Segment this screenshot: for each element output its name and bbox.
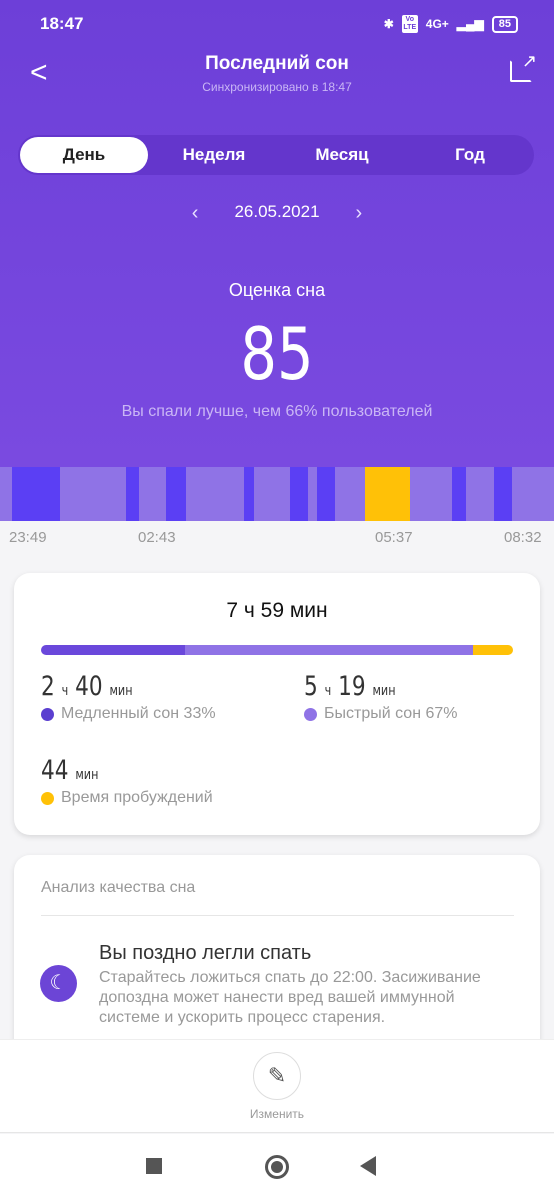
total-sleep: 7 ч 59 мин (226, 599, 328, 622)
analysis-item-text: Старайтесь ложиться спать до 22:00. Заси… (99, 969, 481, 1026)
unit-h: ч (324, 683, 332, 699)
current-date: 26.05.2021 (234, 202, 320, 221)
prev-date-button[interactable]: ‹ (192, 202, 199, 225)
time-label: 05:37 (375, 529, 413, 546)
light-dot-icon (304, 707, 317, 721)
sleep-summary-card: 7 ч 59 мин 2 ч 40 мин Медленный сон 33% … (14, 573, 540, 835)
network-label: 4G+ (425, 17, 449, 31)
hypnogram-segment-deep (289, 467, 308, 521)
hypnogram-segment-deep (126, 467, 140, 521)
deep-minutes: 40 (75, 671, 103, 702)
deep-dot-icon (41, 707, 54, 721)
date-navigator: ‹ 26.05.2021 › (0, 202, 554, 225)
status-bar: 18:47 ✱ Vo LTE 4G+ ▂▄▆ 85 (40, 14, 518, 34)
ratio-bar-deep (41, 645, 186, 655)
sync-status: Синхронизировано в 18:47 (202, 80, 352, 94)
time-label: 08:32 (504, 529, 542, 546)
hypnogram-segment-light (60, 467, 127, 521)
tab-week[interactable]: Неделя (150, 135, 278, 175)
awake-dot-icon (41, 791, 54, 805)
battery-icon: 85 (491, 15, 518, 33)
hypnogram-segment-deep (493, 467, 512, 521)
hypnogram-times: 23:49 02:43 05:37 08:32 (0, 529, 554, 551)
hypnogram-segment-awake (365, 467, 410, 521)
light-sleep-stat: 5 ч 19 мин Быстрый сон 67% (304, 671, 458, 723)
signal-icon: ▂▄▆ (456, 17, 484, 31)
awake-minutes: 44 (41, 755, 69, 786)
hypnogram-segment-deep (452, 467, 466, 521)
divider (41, 915, 514, 916)
hypnogram-segment-deep (165, 467, 186, 521)
next-date-button[interactable]: › (356, 202, 363, 225)
unit-h: ч (61, 683, 69, 699)
deep-sleep-stat: 2 ч 40 мин Медленный сон 33% (41, 671, 216, 723)
home-button[interactable] (265, 1155, 289, 1179)
volte-badge: Vo LTE (401, 15, 418, 33)
hypnogram-segment-light (185, 467, 245, 521)
tab-month[interactable]: Месяц (278, 135, 406, 175)
awake-label: Время пробуждений (61, 789, 213, 806)
tab-day[interactable]: День (20, 137, 148, 173)
score-label: Оценка сна (228, 280, 326, 300)
hypnogram-segment-deep (244, 467, 254, 521)
hypnogram-segment-light (0, 467, 12, 521)
ratio-bar-awake (473, 645, 513, 655)
hypnogram-segment-deep (317, 467, 336, 521)
bluetooth-icon: ✱ (383, 17, 394, 31)
edit-button[interactable]: ✎ (253, 1052, 301, 1100)
deep-hours: 2 (41, 671, 55, 702)
ratio-bar-light (185, 645, 474, 655)
score-value: 85 (240, 312, 314, 396)
header-area: 18:47 ✱ Vo LTE 4G+ ▂▄▆ 85 < Последний сон Си… (0, 0, 554, 467)
edit-icon: ✎ (267, 1063, 287, 1088)
light-label: Быстрый сон 67% (324, 705, 458, 722)
hypnogram-segment-light (409, 467, 453, 521)
light-minutes: 19 (338, 671, 366, 702)
bottom-bar: ✎ Изменить (0, 1039, 554, 1133)
time-label: 02:43 (138, 529, 176, 546)
share-icon[interactable] (510, 51, 537, 82)
awake-stat: 44 мин Время пробуждений (41, 755, 213, 807)
sleep-ratio-bar (41, 645, 513, 655)
edit-label[interactable]: Изменить (0, 1107, 554, 1121)
light-hours: 5 (304, 671, 318, 702)
tab-year[interactable]: Год (406, 135, 534, 175)
hypnogram-segment-light (253, 467, 290, 521)
moon-icon: ☾ (40, 965, 77, 1002)
hypnogram-segment-light (465, 467, 494, 521)
score-comparison: Вы спали лучше, чем 66% пользователей (121, 403, 433, 420)
unit-min: мин (372, 683, 396, 699)
hypnogram-segment-deep (11, 467, 61, 521)
back-nav-button[interactable] (360, 1156, 376, 1176)
clock: 18:47 (40, 14, 84, 33)
hypnogram-segment-light (139, 467, 166, 521)
analysis-title: Анализ качества сна (41, 879, 196, 896)
hypnogram-segment-light (511, 467, 554, 521)
unit-min: мин (109, 683, 133, 699)
analysis-item-title: Вы поздно легли спать (99, 942, 312, 964)
unit-min: мин (75, 767, 99, 783)
deep-label: Медленный сон 33% (61, 705, 216, 722)
hypnogram[interactable] (0, 467, 554, 521)
recents-button[interactable] (146, 1158, 162, 1174)
system-nav-bar (0, 1134, 554, 1200)
period-tabs: День Неделя Месяц Год (18, 135, 534, 175)
time-label: 23:49 (9, 529, 47, 546)
hypnogram-segment-light (335, 467, 366, 521)
page-title: Последний сон (205, 53, 349, 74)
hypnogram-segment-light (307, 467, 318, 521)
